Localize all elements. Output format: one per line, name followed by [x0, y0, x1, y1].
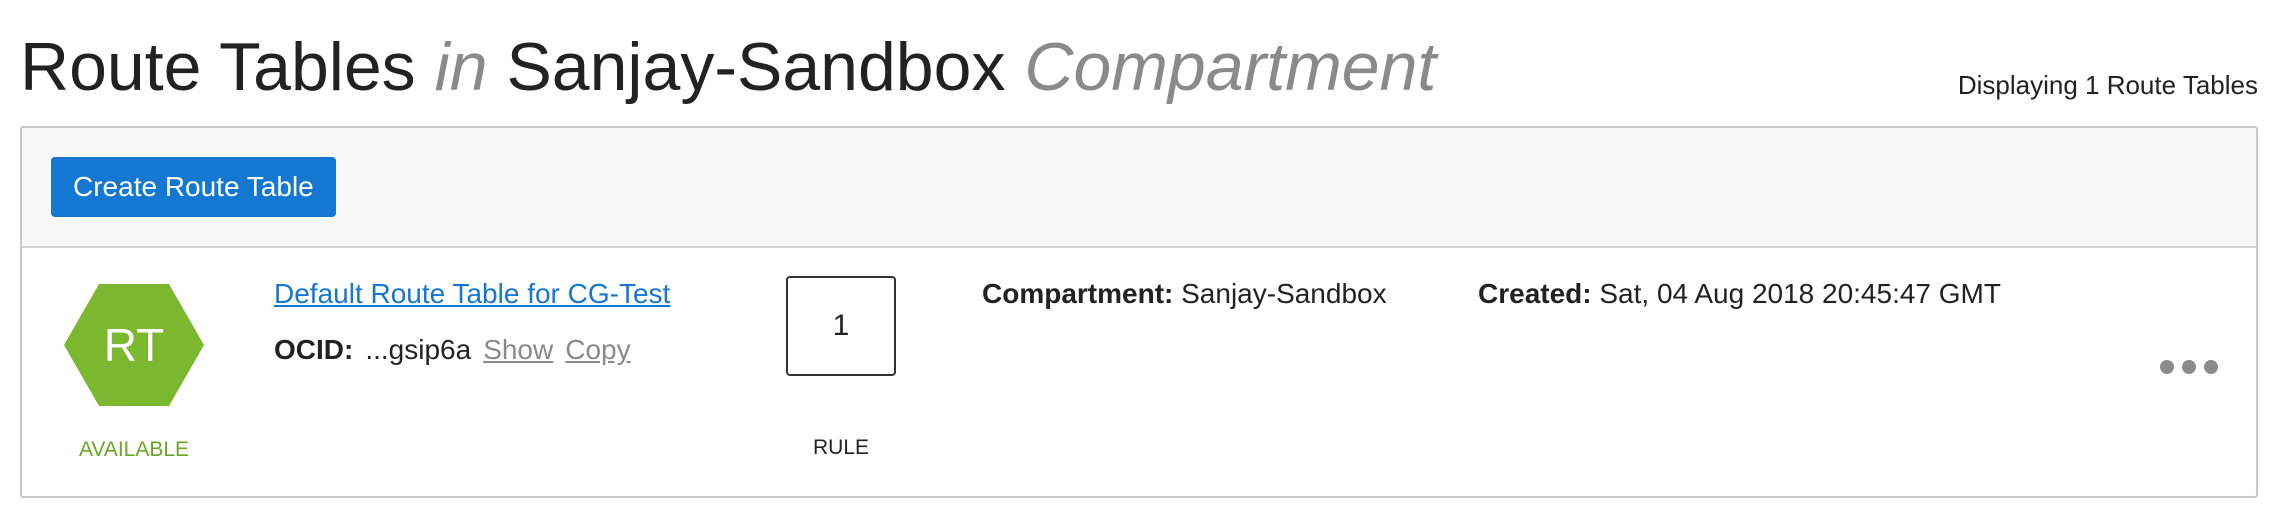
rule-label: RULE	[812, 436, 870, 459]
status-badge: AVAILABLE	[78, 438, 190, 461]
created-info: Created: Sat, 04 Aug 2018 20:45:47 GMT	[1478, 278, 2001, 310]
dot	[2160, 360, 2174, 374]
more-actions-icon[interactable]	[2160, 360, 2218, 374]
dot	[2204, 360, 2218, 374]
ocid-copy-link[interactable]: Copy	[565, 334, 630, 366]
route-tables-panel: Create Route Table RT AVAILABLE Default …	[20, 126, 2258, 498]
compartment-label: Compartment:	[982, 278, 1174, 309]
ocid-line: OCID: ...gsip6a Show Copy	[274, 334, 631, 366]
route-table-name-link[interactable]: Default Route Table for CG-Test	[274, 278, 670, 310]
page-title-suffix: Compartment	[1024, 29, 1437, 105]
page-title-in: in	[434, 29, 488, 105]
rule-count: 1	[832, 309, 850, 342]
badge-text: RT	[103, 319, 165, 371]
hexagon-icon: RT	[64, 284, 204, 406]
ocid-label: OCID:	[274, 334, 354, 365]
page-title-compartment: Sanjay-Sandbox	[506, 29, 1006, 105]
ocid-show-link[interactable]: Show	[483, 334, 553, 366]
compartment-value: Sanjay-Sandbox	[1181, 278, 1387, 309]
table-row: RT AVAILABLE Default Route Table for CG-…	[22, 248, 2256, 498]
page-title-main: Route Tables	[20, 29, 416, 105]
ocid-value: ...gsip6a	[365, 334, 472, 365]
compartment-info: Compartment: Sanjay-Sandbox	[982, 278, 1387, 310]
results-count: Displaying 1 Route Tables	[1957, 70, 2258, 100]
dot	[2182, 360, 2196, 374]
page-title: Route Tables in Sanjay-Sandbox Compartme…	[20, 22, 1436, 112]
create-route-table-button[interactable]: Create Route Table	[51, 157, 336, 217]
rule-count-box: 1	[786, 276, 896, 376]
created-label: Created:	[1478, 278, 1592, 309]
created-value: Sat, 04 Aug 2018 20:45:47 GMT	[1599, 278, 2001, 309]
toolbar: Create Route Table	[22, 128, 2256, 248]
